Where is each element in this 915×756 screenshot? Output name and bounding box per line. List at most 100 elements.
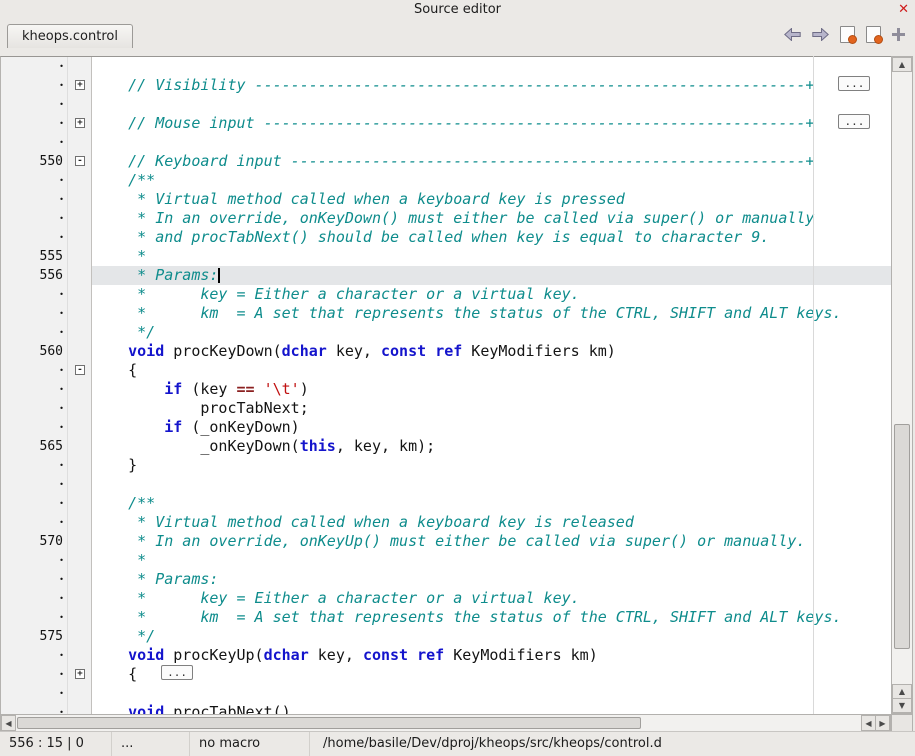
code-line-text[interactable]: procTabNext; [92,399,891,418]
horizontal-scrollbar-thumb[interactable] [17,717,641,729]
fold-expand-icon[interactable]: + [75,80,85,90]
gutter-line-number[interactable]: 570 [1,532,67,551]
code-line-text[interactable]: * Virtual method called when a keyboard … [92,190,891,209]
gutter-dot[interactable]: • [1,209,67,228]
code-line-text[interactable]: // Mouse input -------------------------… [92,114,891,133]
horizontal-scrollbar[interactable]: ◀ ◀ ▶ [0,714,891,732]
tab-kheops-control[interactable]: kheops.control [7,24,133,48]
code-line[interactable]: • procTabNext; [1,399,891,418]
gutter-dot[interactable]: • [1,228,67,247]
code-line[interactable]: • * [1,551,891,570]
code-line-text[interactable]: void procKeyDown(dchar key, const ref Ke… [92,342,891,361]
code-line-text[interactable]: * key = Either a character or a virtual … [92,285,891,304]
gutter-dot[interactable]: • [1,380,67,399]
code-line-text[interactable]: * km = A set that represents the status … [92,304,891,323]
gutter-line-number[interactable]: 550 [1,152,67,171]
code-line[interactable]: 560 void procKeyDown(dchar key, const re… [1,342,891,361]
nav-back-icon[interactable] [784,28,801,41]
code-line-text[interactable]: void procKeyUp(dchar key, const ref KeyM… [92,646,891,665]
gutter-dot[interactable]: • [1,76,67,95]
code-line[interactable]: •- { [1,361,891,380]
code-line-text[interactable]: // Visibility --------------------------… [92,76,891,95]
code-line[interactable]: 575 */ [1,627,891,646]
gutter-dot[interactable]: • [1,190,67,209]
code-line[interactable]: • + // Visibility -----------------------… [1,76,891,95]
gutter-dot[interactable]: • [1,494,67,513]
gutter-dot[interactable]: • [1,57,67,76]
gutter-dot[interactable]: • [1,589,67,608]
code-line[interactable]: 565 _onKeyDown(this, key, km); [1,437,891,456]
scroll-up-icon[interactable]: ▲ [892,684,912,699]
code-line[interactable]: • if (key == '\t') [1,380,891,399]
code-line[interactable]: • /** [1,171,891,190]
gutter-dot[interactable]: • [1,171,67,190]
gutter-line-number[interactable]: 560 [1,342,67,361]
code-line-text[interactable] [92,475,891,494]
code-line[interactable]: • [1,57,891,76]
code-area[interactable]: ••+ // Visibility ----------------------… [0,56,891,714]
modified-document-icon-2[interactable] [866,26,881,43]
gutter-dot[interactable]: • [1,646,67,665]
code-line-text[interactable]: {... [92,665,891,684]
code-line-text[interactable]: * [92,247,891,266]
code-line[interactable]: • * Virtual method called when a keyboar… [1,513,891,532]
code-line[interactable]: • /** [1,494,891,513]
gutter-dot[interactable]: • [1,703,67,714]
folded-code-hint[interactable]: ... [161,665,193,680]
vertical-scrollbar-thumb[interactable] [894,424,910,649]
code-line[interactable]: • void procKeyUp(dchar key, const ref Ke… [1,646,891,665]
code-line[interactable]: • if (_onKeyDown) [1,418,891,437]
code-line[interactable]: •+ {... [1,665,891,684]
gutter-dot[interactable]: • [1,285,67,304]
code-line-text[interactable]: } [92,456,891,475]
detach-icon[interactable] [892,28,905,41]
code-line-text[interactable] [92,95,891,114]
gutter-line-number[interactable]: 575 [1,627,67,646]
code-line[interactable]: • * key = Either a character or a virtua… [1,285,891,304]
gutter-line-number[interactable]: 555 [1,247,67,266]
scroll-down-icon[interactable]: ▼ [892,698,912,713]
code-line[interactable]: 555 * [1,247,891,266]
code-line-text[interactable]: * and procTabNext() should be called whe… [92,228,891,247]
folded-code-hint[interactable]: ... [838,76,870,91]
code-line-text[interactable]: */ [92,627,891,646]
code-line-text[interactable]: * km = A set that represents the status … [92,608,891,627]
gutter-dot[interactable]: • [1,133,67,152]
gutter-dot[interactable]: • [1,399,67,418]
code-line[interactable]: • [1,475,891,494]
code-line-text[interactable]: _onKeyDown(this, key, km); [92,437,891,456]
fold-collapse-icon[interactable]: - [75,156,85,166]
gutter-dot[interactable]: • [1,304,67,323]
code-line-text[interactable] [92,133,891,152]
code-line-text[interactable]: * Params: [92,266,891,285]
code-line[interactable]: • * In an override, onKeyDown() must eit… [1,209,891,228]
folded-code-hint[interactable]: ... [838,114,870,129]
scroll-right-icon[interactable]: ▶ [875,715,890,731]
gutter-dot[interactable]: • [1,684,67,703]
gutter-dot[interactable]: • [1,323,67,342]
fold-collapse-icon[interactable]: - [75,365,85,375]
code-line[interactable]: • * Params: [1,570,891,589]
code-line[interactable]: • [1,95,891,114]
code-line[interactable]: • void procTabNext() [1,703,891,714]
code-line-text[interactable]: * In an override, onKeyUp() must either … [92,532,891,551]
code-line[interactable]: • } [1,456,891,475]
gutter-line-number[interactable]: 565 [1,437,67,456]
gutter-dot[interactable]: • [1,513,67,532]
code-line-text[interactable]: /** [92,494,891,513]
vertical-scrollbar[interactable]: ▲ ▲ ▼ [891,56,913,714]
modified-document-icon[interactable] [840,26,855,43]
code-line[interactable]: • * Virtual method called when a keyboar… [1,190,891,209]
gutter-dot[interactable]: • [1,475,67,494]
code-line-text[interactable]: * Params: [92,570,891,589]
code-line-text[interactable]: * key = Either a character or a virtual … [92,589,891,608]
close-icon[interactable]: ✕ [898,0,909,20]
gutter-dot[interactable]: • [1,418,67,437]
code-line[interactable]: • * key = Either a character or a virtua… [1,589,891,608]
code-line[interactable]: • * and procTabNext() should be called w… [1,228,891,247]
code-line[interactable]: 556 * Params: [1,266,891,285]
code-line[interactable]: • * km = A set that represents the statu… [1,304,891,323]
code-line-text[interactable]: */ [92,323,891,342]
code-line[interactable]: • */ [1,323,891,342]
code-line[interactable]: 550- // Keyboard input -----------------… [1,152,891,171]
